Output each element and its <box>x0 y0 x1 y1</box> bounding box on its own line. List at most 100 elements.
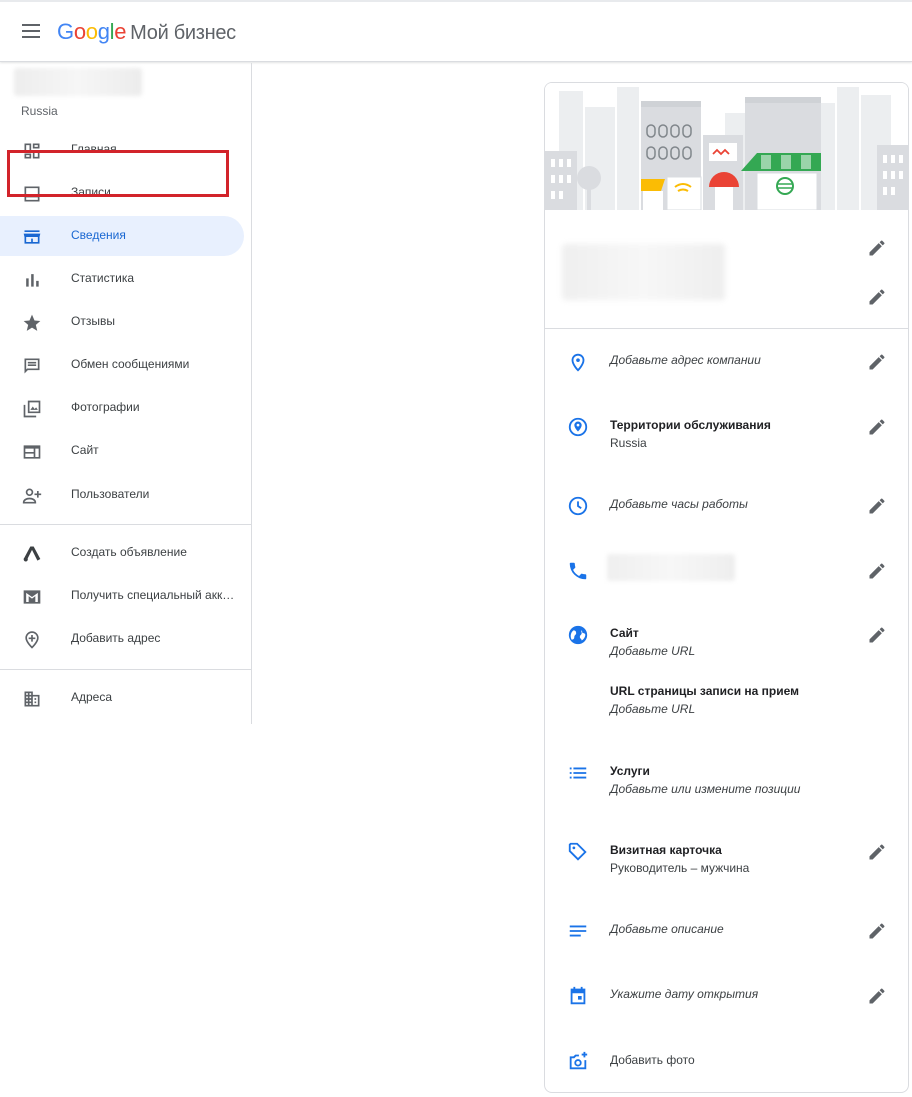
sidebar-item-label: Главная <box>71 142 117 156</box>
location-pin-icon <box>571 353 585 372</box>
description-icon <box>569 925 587 937</box>
sidebar-item-add-address[interactable]: Добавить адрес <box>0 619 244 659</box>
description-placeholder: Добавьте описание <box>610 922 724 936</box>
sidebar-item-label: Фотографии <box>71 400 140 414</box>
sidebar-item-label: Пользователи <box>71 487 150 501</box>
address-placeholder: Добавьте адрес компании <box>610 353 761 367</box>
attributes-title: Визитная карточка <box>610 843 722 857</box>
website-title: Сайт <box>610 626 639 640</box>
clock-icon <box>568 496 588 516</box>
edit-opening-date-pencil-icon[interactable] <box>867 986 887 1006</box>
sidebar-item-messaging[interactable]: Обмен сообщениями <box>0 345 244 385</box>
add-photo-icon <box>569 1051 588 1070</box>
website-row[interactable]: Сайт Добавьте URL <box>610 624 860 660</box>
sidebar-item-label: Сведения <box>71 228 126 242</box>
sidebar-item-special-account[interactable]: Получить специальный акк… <box>0 576 244 616</box>
sidebar-item-label: Записи <box>71 185 111 199</box>
top-app-bar: Google Мой бизнес <box>0 0 912 62</box>
edit-name-pencil-icon[interactable] <box>867 238 887 258</box>
calendar-icon <box>570 986 586 1005</box>
sidebar: Russia Главная Записи Сведения Статистик… <box>0 63 252 724</box>
business-info-card: Добавьте адрес компании Территории обслу… <box>544 82 909 1093</box>
business-name-blurred <box>562 244 725 300</box>
address-row[interactable]: Добавьте адрес компании <box>610 351 860 369</box>
edit-address-pencil-icon[interactable] <box>867 352 887 372</box>
dashboard-icon <box>24 143 40 159</box>
add-photo-button[interactable]: Добавить фото <box>610 1051 860 1069</box>
account-name-blurred <box>14 68 142 96</box>
services-title: Услуги <box>610 764 650 778</box>
list-icon <box>569 767 587 779</box>
booking-url-title: URL страницы записи на прием <box>610 684 800 698</box>
opening-date-row[interactable]: Укажите дату открытия <box>610 985 860 1003</box>
person-add-icon <box>22 488 42 504</box>
phone-number-blurred <box>607 554 735 581</box>
sidebar-item-label: Отзывы <box>71 314 115 328</box>
business-building-icon <box>24 691 40 707</box>
sidebar-item-label: Сайт <box>71 443 99 457</box>
edit-hours-pencil-icon[interactable] <box>867 496 887 516</box>
phone-icon <box>569 562 587 580</box>
photo-library-icon <box>23 400 41 418</box>
google-ads-icon <box>23 546 41 562</box>
edit-description-pencil-icon[interactable] <box>867 921 887 941</box>
attributes-row[interactable]: Визитная карточка Руководитель – мужчина <box>610 841 860 877</box>
globe-icon <box>568 625 588 645</box>
star-icon <box>23 314 41 331</box>
storefront-icon <box>23 230 41 244</box>
website-value: Добавьте URL <box>610 644 696 658</box>
sidebar-item-photos[interactable]: Фотографии <box>0 388 244 428</box>
opening-date-placeholder: Укажите дату открытия <box>610 987 759 1001</box>
attributes-value: Руководитель – мужчина <box>610 861 750 875</box>
edit-attributes-pencil-icon[interactable] <box>867 842 887 862</box>
tag-icon <box>568 842 587 861</box>
sidebar-item-home[interactable]: Главная <box>0 130 244 170</box>
sidebar-item-addresses[interactable]: Адреса <box>0 678 244 718</box>
mail-icon <box>23 590 41 604</box>
hours-placeholder: Добавьте часы работы <box>610 497 748 511</box>
service-area-row[interactable]: Территории обслуживания Russia <box>610 416 860 452</box>
message-icon <box>24 358 40 374</box>
sidebar-item-label: Создать объявление <box>71 545 187 559</box>
services-row[interactable]: Услуги Добавьте или измените позиции <box>610 762 860 798</box>
service-area-value: Russia <box>610 436 647 450</box>
storefront-illustration <box>545 83 908 210</box>
edit-category-pencil-icon[interactable] <box>867 287 887 307</box>
card-divider <box>545 328 908 329</box>
booking-url-row[interactable]: URL страницы записи на прием Добавьте UR… <box>610 682 860 718</box>
sidebar-item-reviews[interactable]: Отзывы <box>0 302 244 342</box>
service-area-title: Территории обслуживания <box>610 418 771 432</box>
sidebar-item-website[interactable]: Сайт <box>0 431 244 471</box>
sidebar-item-label: Адреса <box>71 690 113 704</box>
bar-chart-icon <box>26 274 39 287</box>
edit-website-pencil-icon[interactable] <box>867 625 887 645</box>
sidebar-item-label: Добавить адрес <box>71 631 161 645</box>
account-country: Russia <box>21 104 58 118</box>
sidebar-item-label: Обмен сообщениями <box>71 357 190 371</box>
sidebar-item-label: Статистика <box>71 271 135 285</box>
sidebar-item-stats[interactable]: Статистика <box>0 259 244 299</box>
service-area-icon <box>568 417 588 437</box>
sidebar-divider <box>0 669 251 670</box>
booking-url-value: Добавьте URL <box>610 702 696 716</box>
description-row[interactable]: Добавьте описание <box>610 920 860 938</box>
sidebar-item-label: Получить специальный акк… <box>71 588 235 602</box>
sidebar-divider <box>0 524 251 525</box>
sidebar-item-posts[interactable]: Записи <box>0 173 244 213</box>
sidebar-item-create-ad[interactable]: Создать объявление <box>0 533 244 573</box>
menu-icon[interactable] <box>22 24 40 38</box>
services-value: Добавьте или измените позиции <box>610 782 801 796</box>
product-name: Мой бизнес <box>130 22 236 44</box>
hours-row[interactable]: Добавьте часы работы <box>610 495 860 513</box>
google-logo: Google <box>57 19 127 44</box>
top-border <box>0 0 912 2</box>
app-brand[interactable]: Google Мой бизнес <box>57 19 236 45</box>
web-icon <box>23 445 41 459</box>
edit-phone-pencil-icon[interactable] <box>867 561 887 581</box>
posts-icon <box>24 186 40 202</box>
add-location-icon <box>25 631 39 649</box>
sidebar-item-users[interactable]: Пользователи <box>0 475 244 515</box>
add-photo-label: Добавить фото <box>610 1053 695 1067</box>
edit-service-area-pencil-icon[interactable] <box>867 417 887 437</box>
sidebar-item-info[interactable]: Сведения <box>0 216 244 256</box>
